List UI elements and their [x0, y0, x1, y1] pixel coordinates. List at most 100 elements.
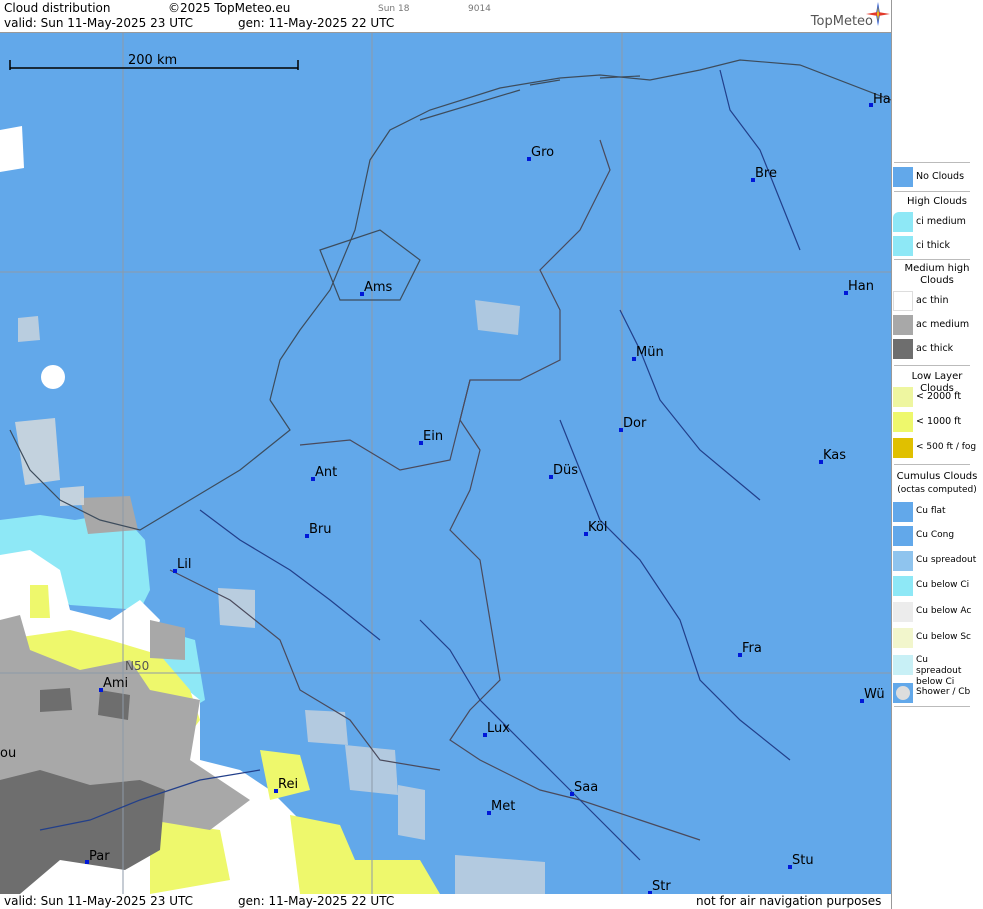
svg-text:Wü: Wü — [864, 687, 885, 702]
svg-text:Str: Str — [652, 879, 671, 894]
city-kas: Kas — [819, 448, 846, 464]
city-saa: Saa — [570, 780, 598, 796]
footer-generation-time: gen: 11-May-2025 22 UTC — [238, 894, 395, 908]
svg-text:Mün: Mün — [636, 345, 664, 360]
legend-low-500: < 500 ft / fog — [892, 437, 983, 459]
legend-low-1000: < 1000 ft — [892, 411, 983, 433]
svg-text:Dor: Dor — [623, 416, 647, 431]
cu-below-ac-swatch — [893, 602, 913, 622]
legend-ac-thick: ac thick — [892, 338, 983, 360]
city-kol: Köl — [584, 520, 607, 536]
legend-ac-medium: ac medium — [892, 314, 983, 336]
map-area[interactable]: N50 200 km Ha Gro Bre Han Ams Mün Dor Ei… — [0, 33, 891, 894]
low-2000-swatch — [893, 387, 913, 407]
svg-text:Ant: Ant — [315, 465, 337, 480]
svg-text:Stu: Stu — [792, 853, 814, 868]
svg-text:Ams: Ams — [364, 280, 393, 295]
no-clouds-swatch — [893, 167, 913, 187]
legend-ac-thin: ac thin — [892, 290, 983, 312]
small-label: Sun 18 — [378, 4, 410, 14]
legend-cumulus-title: Cumulus Clouds — [896, 471, 978, 482]
legend-cu-flat: Cu flat — [892, 501, 983, 523]
city-str: Str — [648, 879, 671, 894]
city-ant: Ant — [311, 465, 337, 481]
svg-text:Ein: Ein — [423, 429, 443, 444]
city-rei: Rei — [274, 777, 298, 793]
shower-cb-swatch — [893, 683, 913, 703]
latitude-label: N50 — [125, 659, 149, 673]
legend-no-clouds: No Clouds — [892, 166, 983, 188]
legend-shower-cb: Shower / Cb — [892, 682, 983, 704]
city-met: Met — [487, 799, 515, 815]
city-fra: Fra — [738, 641, 762, 657]
low-500-swatch — [893, 438, 913, 458]
city-ein: Ein — [419, 429, 443, 445]
city-lux: Lux — [483, 721, 510, 737]
footer-bar: valid: Sun 11-May-2025 23 UTC gen: 11-Ma… — [0, 894, 891, 909]
scale-label: 200 km — [128, 53, 177, 68]
footer-valid-time: valid: Sun 11-May-2025 23 UTC — [4, 894, 193, 908]
cloud-map: N50 200 km Ha Gro Bre Han Ams Mün Dor Ei… — [0, 33, 891, 894]
cu-flat-swatch — [893, 502, 913, 522]
ci-medium-swatch — [893, 212, 913, 232]
ac-thick-swatch — [893, 339, 913, 359]
city-ams: Ams — [360, 280, 393, 296]
city-stu: Stu — [788, 853, 814, 869]
legend-ci-thick: ci thick — [892, 235, 983, 257]
city-ami: Ami — [99, 676, 128, 692]
city-wu: Wü — [860, 687, 885, 703]
ac-thin-swatch — [893, 291, 913, 311]
legend-cu-below-sc: Cu below Sc — [892, 627, 983, 649]
legend-low-2000: < 2000 ft — [892, 386, 983, 408]
ci-thick-swatch — [893, 236, 913, 256]
valid-time: valid: Sun 11-May-2025 23 UTC — [4, 16, 193, 30]
cu-spreadout-below-ci-swatch — [893, 655, 913, 675]
city-bru: Bru — [305, 522, 332, 538]
svg-text:Ami: Ami — [103, 676, 128, 691]
compass-icon — [866, 2, 890, 26]
legend-cumulus-subtitle: (octas computed) — [897, 485, 977, 495]
svg-text:Kas: Kas — [823, 448, 846, 463]
disclaimer: not for air navigation purposes — [696, 894, 882, 908]
svg-text:Met: Met — [491, 799, 515, 814]
topmeteo-logo: TopMeteo — [810, 14, 873, 29]
svg-text:Bru: Bru — [309, 522, 332, 537]
cu-spreadout-swatch — [893, 551, 913, 571]
svg-text:Rei: Rei — [278, 777, 298, 792]
city-mun: Mün — [632, 345, 664, 361]
legend-high-title: High Clouds — [907, 196, 967, 207]
low-1000-swatch — [893, 412, 913, 432]
generation-time: gen: 11-May-2025 22 UTC — [238, 16, 395, 30]
svg-text:Ha: Ha — [873, 92, 891, 107]
legend-cu-spreadout: Cu spreadout — [892, 550, 983, 572]
svg-text:Köl: Köl — [588, 520, 607, 535]
legend-cu-cong: Cu Cong — [892, 525, 983, 547]
legend-cu-below-ac: Cu below Ac — [892, 601, 983, 623]
svg-text:Bre: Bre — [755, 166, 777, 181]
city-ha: Ha — [869, 92, 891, 107]
svg-text:Fra: Fra — [742, 641, 762, 656]
city-han: Han — [844, 279, 874, 295]
header-bar: Cloud distribution ©2025 TopMeteo.eu Sun… — [0, 0, 891, 33]
product-title: Cloud distribution — [4, 1, 111, 15]
cu-cong-swatch — [893, 526, 913, 546]
city-bre: Bre — [751, 166, 777, 182]
city-dor: Dor — [619, 416, 647, 432]
cu-below-sc-swatch — [893, 628, 913, 648]
legend-medium-title: Medium high Clouds — [904, 263, 970, 286]
svg-text:Gro: Gro — [531, 145, 554, 160]
svg-text:Lil: Lil — [177, 557, 191, 572]
legend-panel: No Clouds High Clouds ci medium ci thick… — [891, 0, 983, 909]
legend-ci-medium: ci medium — [892, 211, 983, 233]
svg-text:Par: Par — [89, 849, 110, 864]
svg-text:Han: Han — [848, 279, 874, 294]
small-label: 9014 — [468, 4, 491, 14]
legend-cu-spreadout-below-ci: Cu spreadout below Ci — [892, 654, 983, 687]
ac-medium-swatch — [893, 315, 913, 335]
svg-text:ou: ou — [0, 746, 16, 761]
svg-text:Lux: Lux — [487, 721, 510, 736]
svg-text:Düs: Düs — [553, 463, 578, 478]
city-dus: Düs — [549, 463, 578, 479]
cu-below-ci-swatch — [893, 576, 913, 596]
copyright: ©2025 TopMeteo.eu — [168, 1, 291, 15]
